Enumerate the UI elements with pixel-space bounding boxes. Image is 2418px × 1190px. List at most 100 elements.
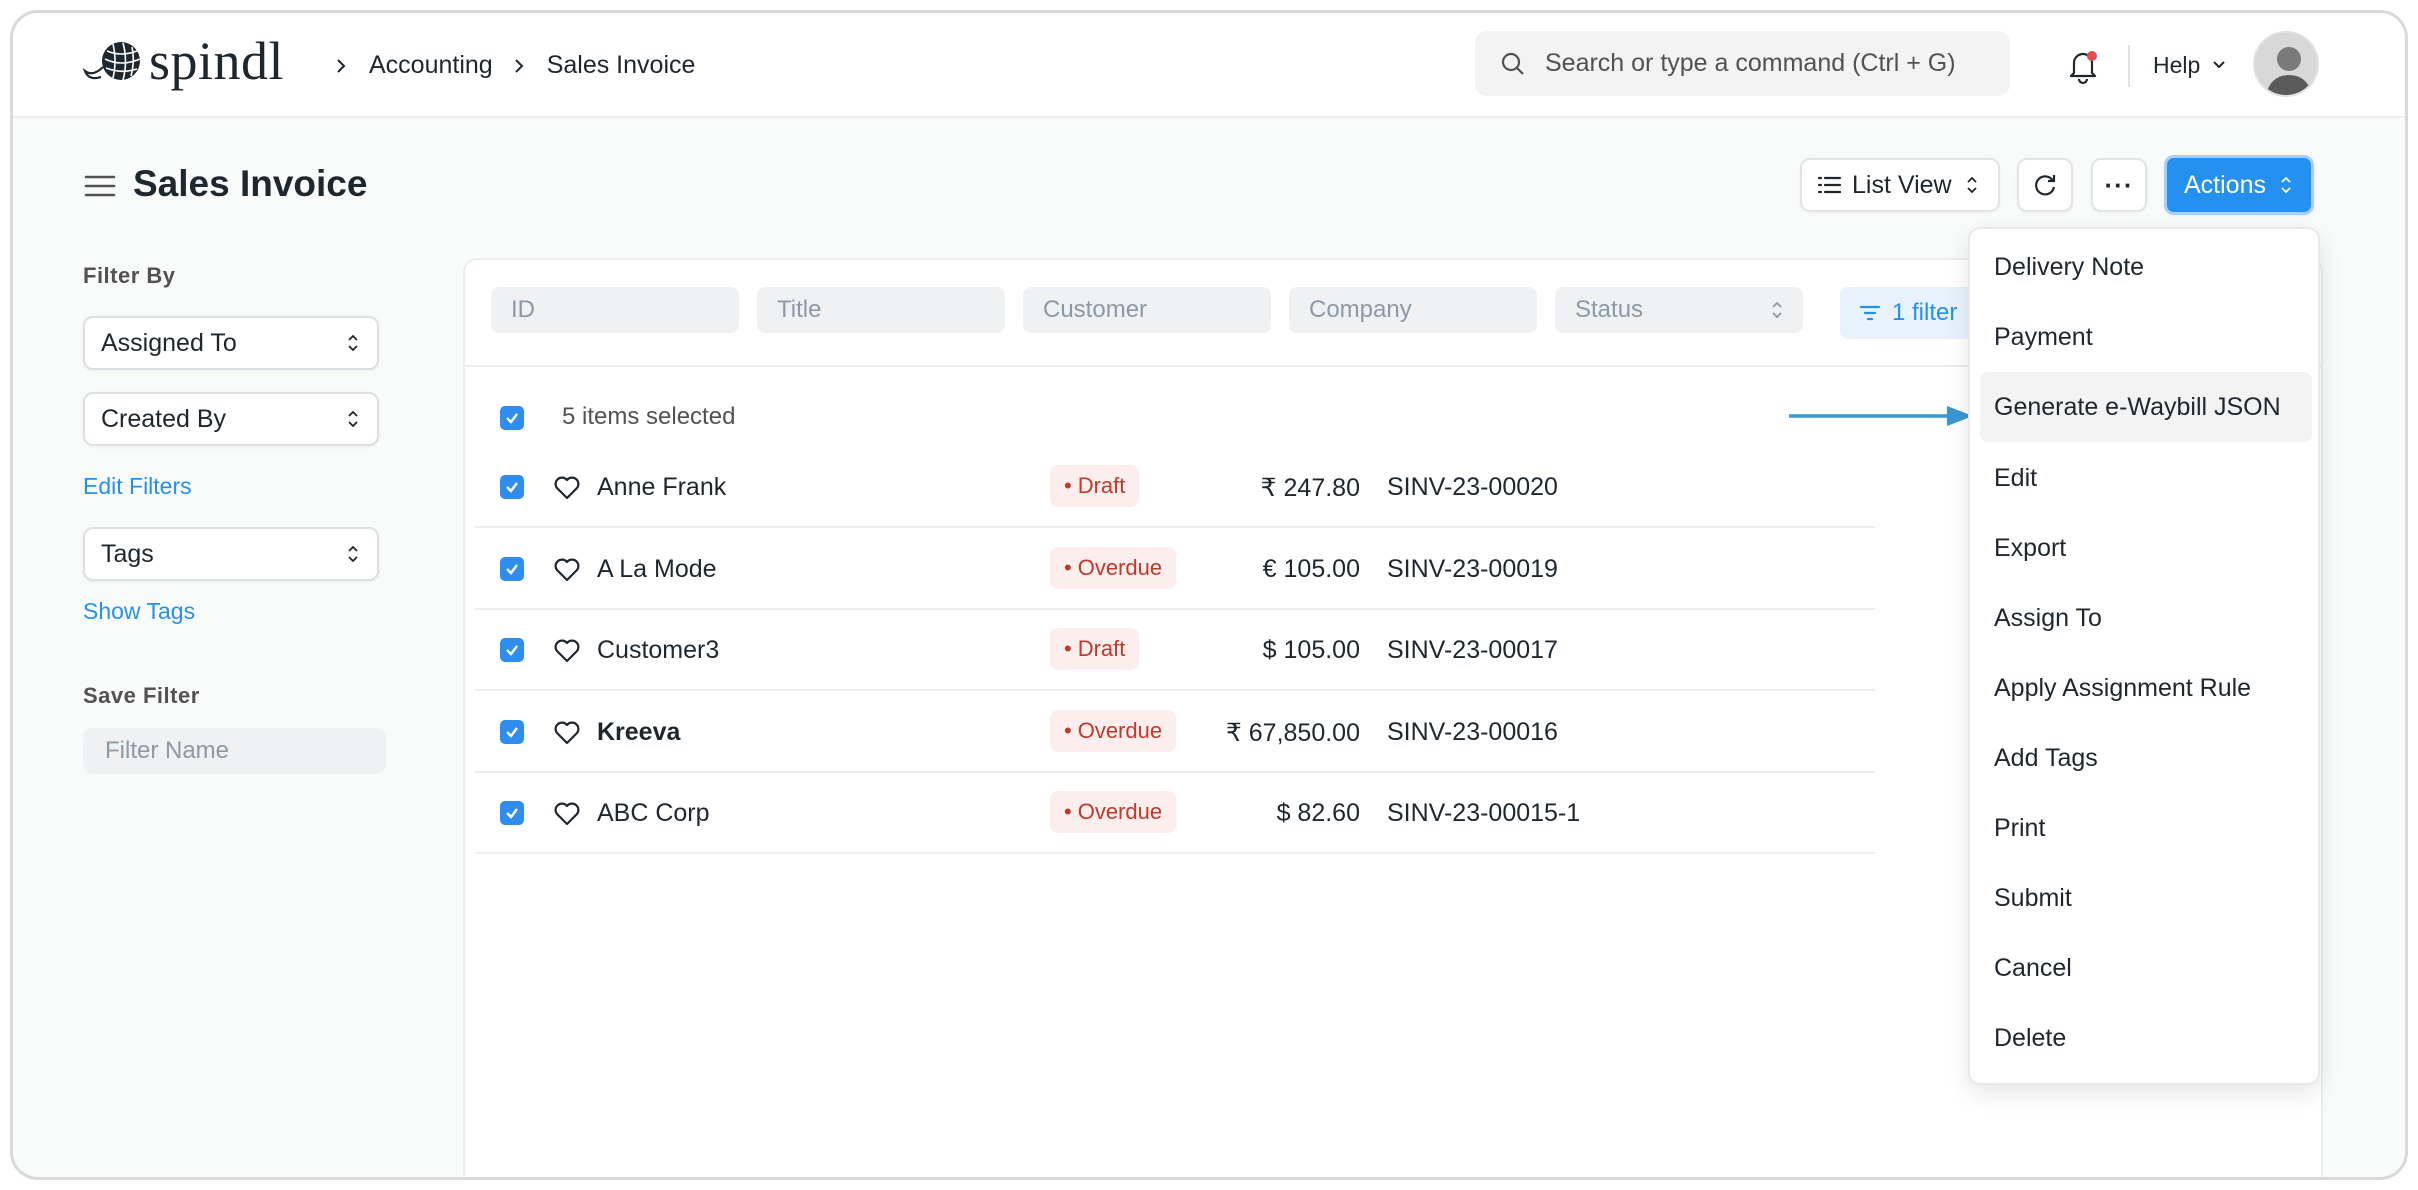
status-filter-placeholder: Status xyxy=(1575,296,1644,323)
status-filter-select[interactable]: Status xyxy=(1555,287,1803,333)
invoice-id[interactable]: SINV-23-00020 xyxy=(1387,473,1558,502)
heart-icon[interactable] xyxy=(553,638,581,664)
menu-item-apply-assignment-rule[interactable]: Apply Assignment Rule xyxy=(1980,653,2312,723)
menu-item-cancel[interactable]: Cancel xyxy=(1980,933,2312,1003)
menu-item-delivery-note[interactable]: Delivery Note xyxy=(1980,232,2312,302)
row-checkbox[interactable] xyxy=(500,475,524,499)
filter-name-placeholder: Filter Name xyxy=(105,737,230,764)
table-row[interactable]: Kreeva • Overdue ₹ 67,850.00 SINV-23-00016 xyxy=(475,692,1875,773)
menu-item-submit[interactable]: Submit xyxy=(1980,863,2312,933)
menu-item-generate-e-waybill-json[interactable]: Generate e-Waybill JSON xyxy=(1980,372,2312,442)
created-by-label: Created By xyxy=(101,404,227,433)
checkmark-icon xyxy=(506,482,518,493)
updown-chevron-icon xyxy=(1772,301,1782,319)
invoice-id[interactable]: SINV-23-00015-1 xyxy=(1387,799,1580,828)
checkmark-icon xyxy=(506,726,518,738)
customer-name[interactable]: Kreeva xyxy=(597,718,680,747)
status-badge: • Overdue xyxy=(1050,791,1177,833)
title-filter-placeholder: Title xyxy=(777,296,822,323)
list-icon xyxy=(1817,176,1842,194)
heart-icon[interactable] xyxy=(553,720,581,746)
breadcrumb: Accounting Sales Invoice xyxy=(323,13,695,118)
heart-icon[interactable] xyxy=(553,475,581,501)
page-title: Sales Invoice xyxy=(133,163,368,204)
invoice-id[interactable]: SINV-23-00016 xyxy=(1387,718,1558,747)
customer-filter-placeholder: Customer xyxy=(1043,296,1148,323)
tags-select[interactable]: Tags xyxy=(83,527,379,581)
status-text: Draft xyxy=(1077,473,1126,498)
heart-icon[interactable] xyxy=(553,557,581,583)
row-checkbox[interactable] xyxy=(500,638,524,662)
actions-dropdown-menu: Delivery Note Payment Generate e-Waybill J… xyxy=(1968,227,2320,1085)
list-view-selector[interactable]: List View xyxy=(1800,158,2000,212)
updown-chevron-icon xyxy=(348,410,358,428)
customer-name[interactable]: ABC Corp xyxy=(597,799,710,828)
refresh-button[interactable] xyxy=(2017,158,2073,212)
status-badge: • Overdue xyxy=(1050,709,1177,752)
row-checkbox[interactable] xyxy=(500,719,524,744)
title-filter-input[interactable]: Title xyxy=(757,287,1005,333)
search-icon xyxy=(1501,52,1524,75)
sidebar-toggle-icon[interactable] xyxy=(83,171,117,201)
show-tags-link[interactable]: Show Tags xyxy=(83,598,195,625)
avatar-photo xyxy=(2255,33,2317,95)
user-avatar[interactable] xyxy=(2253,31,2319,97)
table-row[interactable]: Anne Frank • Draft ₹ 247.80 SINV-23-00020 xyxy=(475,447,1875,528)
customer-name[interactable]: Anne Frank xyxy=(597,473,726,502)
brand-logo[interactable]: spindl xyxy=(83,31,284,91)
updown-chevron-icon xyxy=(348,545,358,563)
status-badge: • Draft xyxy=(1050,628,1140,670)
updown-chevron-icon xyxy=(2281,176,2291,194)
table-row[interactable]: ABC Corp • Overdue $ 82.60 SINV-23-00015-1 xyxy=(475,773,1875,854)
chevron-right-icon xyxy=(337,58,346,73)
yarn-ball-icon xyxy=(83,42,141,81)
more-options-button[interactable]: ··· xyxy=(2091,158,2147,212)
company-filter-input[interactable]: Company xyxy=(1289,287,1537,333)
assigned-to-select[interactable]: Assigned To xyxy=(83,316,379,370)
breadcrumb-sales-invoice[interactable]: Sales Invoice xyxy=(547,51,696,80)
list-view-label: List View xyxy=(1852,170,1952,199)
checkmark-icon xyxy=(506,413,518,424)
filter-name-input[interactable]: Filter Name xyxy=(83,728,386,774)
filter-button[interactable]: 1 filter xyxy=(1840,287,1980,339)
id-filter-input[interactable]: ID xyxy=(491,287,739,333)
breadcrumb-accounting[interactable]: Accounting xyxy=(369,51,493,80)
search-bar[interactable]: Search or type a command (Ctrl + G) xyxy=(1475,31,2010,96)
notification-bell-icon[interactable] xyxy=(2065,47,2101,85)
status-badge: • Overdue xyxy=(1050,546,1177,589)
menu-item-assign-to[interactable]: Assign To xyxy=(1980,583,2312,653)
table-row[interactable]: Customer3 • Draft $ 105.00 SINV-23-00017 xyxy=(475,610,1875,691)
invoice-id[interactable]: SINV-23-00017 xyxy=(1387,636,1558,665)
customer-filter-input[interactable]: Customer xyxy=(1023,287,1271,333)
company-filter-placeholder: Company xyxy=(1309,296,1412,323)
menu-item-payment[interactable]: Payment xyxy=(1980,302,2312,372)
heart-icon[interactable] xyxy=(553,801,581,827)
customer-name[interactable]: A La Mode xyxy=(597,555,717,584)
menu-item-edit[interactable]: Edit xyxy=(1980,443,2312,513)
status-badge: • Draft xyxy=(1050,465,1140,507)
id-filter-placeholder: ID xyxy=(511,296,535,323)
select-all-checkbox[interactable] xyxy=(500,406,524,430)
actions-button[interactable]: Actions xyxy=(2164,155,2314,215)
customer-name[interactable]: Customer3 xyxy=(597,636,719,665)
chevron-right-icon xyxy=(514,58,524,73)
help-dropdown[interactable]: Help xyxy=(2153,43,2228,87)
edit-filters-link[interactable]: Edit Filters xyxy=(83,473,192,500)
row-checkbox[interactable] xyxy=(500,556,524,581)
row-checkbox[interactable] xyxy=(500,801,524,825)
brand-name: spindl xyxy=(149,31,285,91)
filter-button-label: 1 filter xyxy=(1892,299,1958,326)
invoice-amount: $ 82.60 xyxy=(1276,799,1360,827)
created-by-select[interactable]: Created By xyxy=(83,392,379,446)
invoice-id[interactable]: SINV-23-00019 xyxy=(1387,555,1558,584)
menu-item-export[interactable]: Export xyxy=(1980,513,2312,583)
menu-item-print[interactable]: Print xyxy=(1980,793,2312,863)
menu-item-delete[interactable]: Delete xyxy=(1980,1003,2312,1073)
checkmark-icon xyxy=(506,563,518,575)
checkmark-icon xyxy=(506,645,518,656)
updown-chevron-icon xyxy=(1966,176,1977,194)
menu-item-add-tags[interactable]: Add Tags xyxy=(1980,723,2312,793)
filter-icon xyxy=(1859,305,1881,321)
filter-by-heading: Filter By xyxy=(83,263,176,288)
table-row[interactable]: A La Mode • Overdue € 105.00 SINV-23-00019 xyxy=(475,529,1875,610)
